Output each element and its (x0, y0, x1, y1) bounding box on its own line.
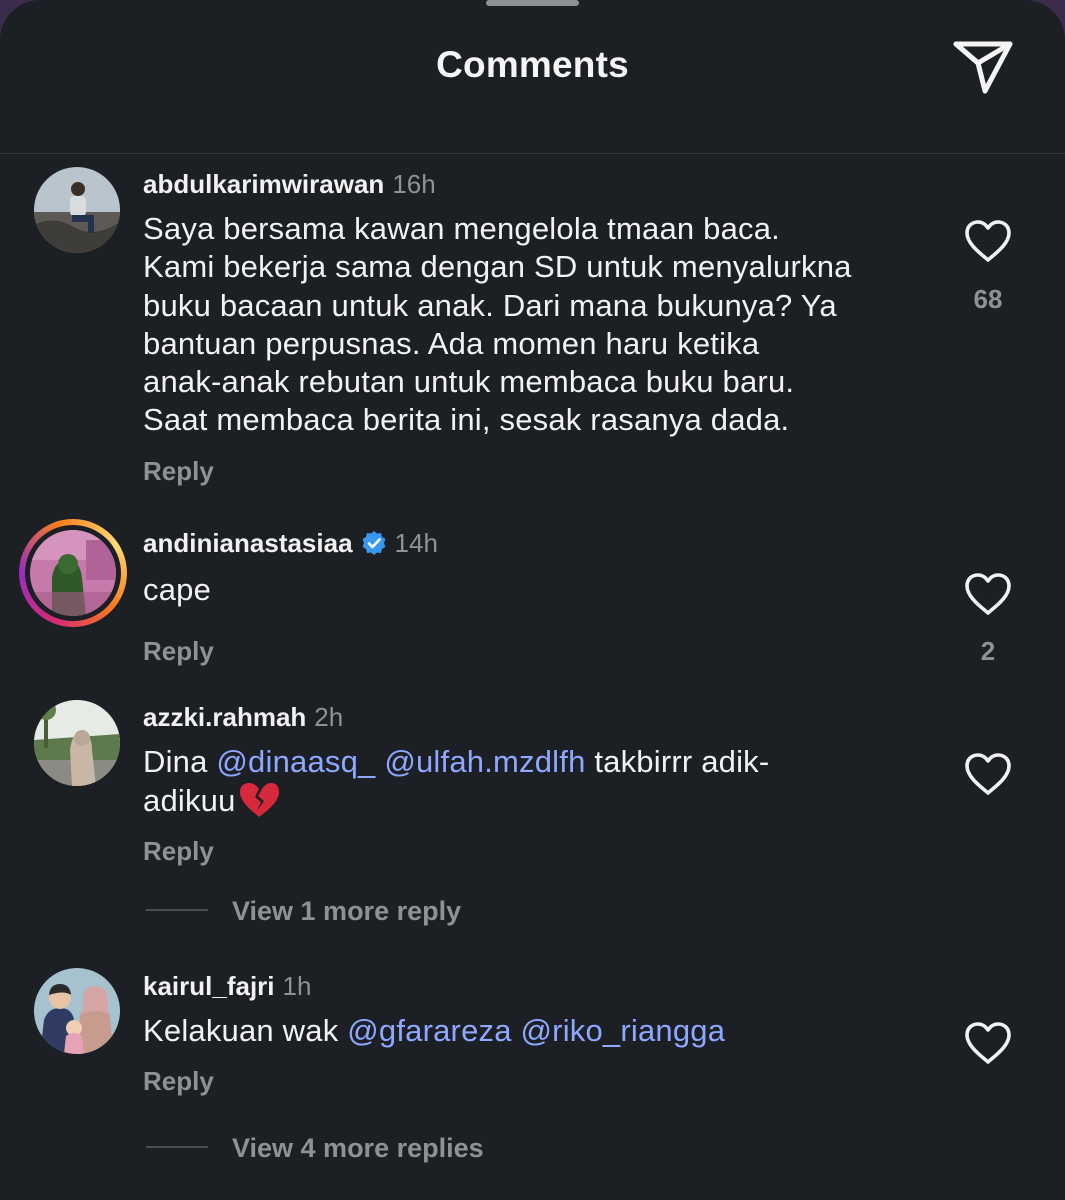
comment-text-suffix: takbirrr adik- (585, 744, 770, 779)
username[interactable]: kairul_fajri (143, 971, 275, 1001)
timestamp: 16h (392, 169, 436, 199)
view-more-replies[interactable]: View 1 more reply (146, 896, 461, 927)
heart-icon (965, 220, 1011, 262)
comment-text-line2: adikuu (143, 783, 236, 819)
comment-line: bantuan perpusnas. Ada momen haru ketika (143, 325, 760, 361)
comments-sheet: Comments abdulkarimwirawan 16h Saya bers… (0, 0, 1065, 1200)
reply-button[interactable]: Reply (143, 1066, 214, 1097)
paper-plane-icon (953, 41, 1013, 94)
comment-text-prefix: Dina (143, 744, 217, 779)
like-button[interactable] (964, 1021, 1012, 1065)
page-title: Comments (436, 44, 629, 85)
comment-text-prefix: Kelakuan wak (143, 1013, 348, 1048)
comment-text: Dina @dinaasq_ @ulfah.mzdlfh takbirrr ad… (143, 743, 933, 821)
broken-heart-icon (239, 783, 279, 818)
mention-link[interactable]: @gfarareza (347, 1013, 511, 1048)
comment-text: Saya bersama kawan mengelola tmaan baca.… (143, 210, 933, 440)
timestamp: 1h (282, 971, 312, 1001)
reply-button[interactable]: Reply (143, 456, 214, 487)
timestamp: 14h (394, 528, 438, 558)
drag-handle[interactable] (486, 0, 579, 6)
header-divider (0, 153, 1065, 154)
comment-line: anak-anak rebutan untuk membaca buku bar… (143, 364, 795, 400)
thread-line (146, 1146, 208, 1148)
username[interactable]: andinianastasiaa (143, 528, 353, 558)
avatar[interactable] (34, 700, 120, 786)
share-button[interactable] (950, 36, 1016, 98)
view-more-replies[interactable]: View 4 more replies (146, 1133, 484, 1164)
mention-link[interactable]: @ulfah.mzdlfh (384, 744, 585, 779)
like-count: 68 (973, 284, 1003, 314)
comment-line: buku bacaan untuk anak. Dari mana bukuny… (143, 287, 837, 323)
heart-icon (965, 1022, 1011, 1064)
like-button[interactable] (964, 752, 1012, 796)
comment-line: Saat membaca berita ini, sesak rasanya d… (143, 402, 790, 438)
heart-icon (965, 753, 1011, 795)
reply-button[interactable]: Reply (143, 636, 214, 667)
comment-text: Kelakuan wak @gfarareza @riko_riangga (143, 1012, 933, 1050)
timestamp: 2h (314, 702, 344, 732)
view-more-label: View 1 more reply (232, 896, 462, 926)
avatar[interactable] (19, 519, 127, 627)
username[interactable]: abdulkarimwirawan (143, 169, 384, 199)
comment-line: adikuu (143, 781, 933, 820)
reply-button[interactable]: Reply (143, 836, 214, 867)
comment-line: Dina @dinaasq_ @ulfah.mzdlfh takbirrr ad… (143, 743, 933, 781)
mention-link[interactable]: @dinaasq_ (216, 744, 375, 779)
heart-icon (965, 573, 1011, 615)
avatar[interactable] (34, 167, 120, 253)
mention-link[interactable]: @riko_riangga (521, 1013, 726, 1048)
comment-line: Kami bekerja sama dengan SD untuk menyal… (143, 249, 852, 285)
username[interactable]: azzki.rahmah (143, 702, 306, 732)
comment-line: Saya bersama kawan mengelola tmaan baca. (143, 211, 780, 246)
comment-text: cape (143, 572, 212, 607)
verified-badge-icon (362, 531, 386, 555)
view-more-label: View 4 more replies (232, 1133, 484, 1163)
thread-line (146, 909, 208, 911)
avatar[interactable] (34, 968, 120, 1054)
like-button[interactable] (964, 219, 1012, 263)
like-button[interactable] (964, 572, 1012, 616)
like-count: 2 (980, 636, 996, 666)
